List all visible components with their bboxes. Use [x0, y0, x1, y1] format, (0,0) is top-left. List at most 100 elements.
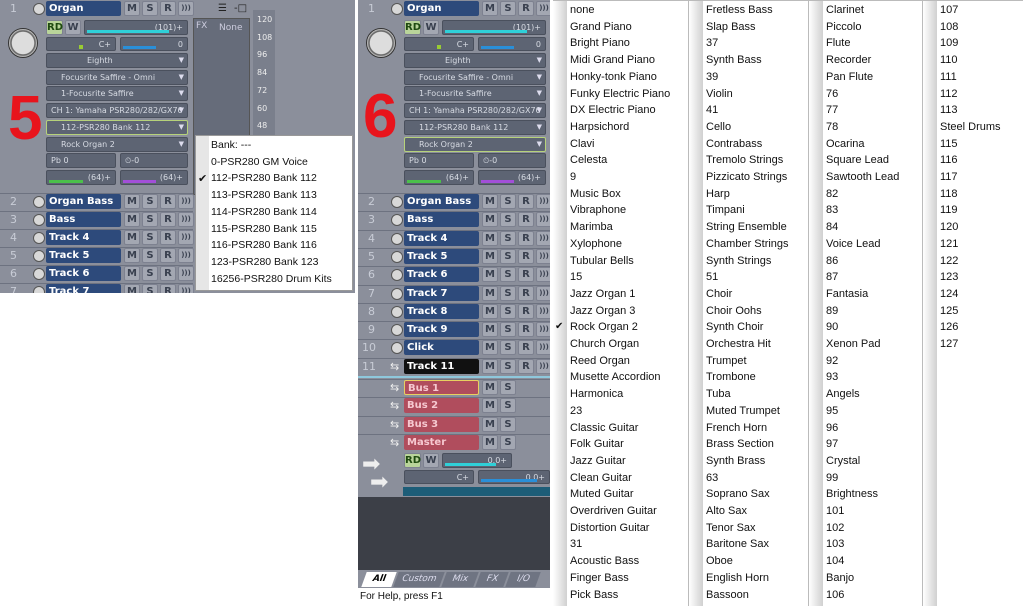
record-button[interactable]: R — [160, 284, 176, 293]
program-item[interactable]: 123 — [940, 271, 958, 283]
program-item[interactable]: Fantasia — [826, 288, 868, 300]
input-echo-button[interactable]: ))) — [536, 248, 550, 264]
bank-dropdown[interactable]: 112-PSR280 Bank 112 ▼ — [404, 120, 546, 135]
program-item[interactable]: Church Organ — [570, 338, 639, 350]
program-item[interactable]: Oboe — [706, 555, 733, 567]
reverb-slider[interactable]: (64)+ — [478, 170, 546, 185]
input-echo-button[interactable]: ))) — [178, 230, 194, 245]
output-dropdown[interactable]: 1-Focusrite Saffire ▼ — [404, 86, 546, 101]
record-button[interactable]: R — [160, 266, 176, 281]
program-item[interactable]: 23 — [570, 405, 582, 417]
program-item[interactable]: Xylophone — [570, 238, 622, 250]
track-name[interactable]: Track 5 — [404, 248, 479, 264]
track-name[interactable]: Track 4 — [46, 230, 121, 245]
solo-button[interactable]: S — [500, 434, 516, 450]
program-dropdown[interactable]: Rock Organ 2 ▼ — [404, 137, 546, 152]
read-automation-button[interactable]: RD — [404, 20, 421, 35]
record-button[interactable]: R — [518, 267, 534, 283]
program-item[interactable]: Sawtooth Lead — [826, 171, 899, 183]
program-item[interactable]: 115 — [940, 138, 958, 150]
record-button[interactable]: R — [160, 1, 176, 16]
program-item[interactable]: Flute — [826, 37, 850, 49]
pitch-bend-field[interactable]: Pb 0 — [404, 153, 474, 168]
program-item[interactable]: Violin — [706, 88, 733, 100]
solo-button[interactable]: S — [500, 416, 516, 432]
mute-button[interactable]: M — [124, 194, 140, 209]
solo-button[interactable]: S — [142, 230, 158, 245]
program-item[interactable]: Rock Organ 2 — [570, 321, 638, 333]
program-item[interactable]: 110 — [940, 54, 958, 66]
program-item[interactable]: 83 — [826, 204, 838, 216]
input-echo-button[interactable]: ))) — [536, 285, 550, 301]
program-item[interactable]: 104 — [826, 555, 844, 567]
track-name[interactable]: Track 7 — [46, 284, 121, 293]
program-item[interactable]: Tremolo Strings — [706, 154, 783, 166]
program-item[interactable]: Piccolo — [826, 21, 861, 33]
program-item[interactable]: Fretless Bass — [706, 4, 773, 16]
volume-slider[interactable]: (101)+ — [442, 20, 546, 35]
track-name[interactable]: Bus 1 — [404, 380, 479, 395]
program-item[interactable]: 108 — [940, 21, 958, 33]
mute-button[interactable]: M — [482, 303, 498, 319]
program-item[interactable]: Synth Choir — [706, 321, 763, 333]
program-item[interactable]: 89 — [826, 305, 838, 317]
key-offset-field[interactable]: ⏲-0 — [478, 153, 546, 168]
program-item[interactable]: 118 — [940, 188, 958, 200]
program-item[interactable]: Funky Electric Piano — [570, 88, 670, 100]
input-echo-button[interactable]: ))) — [178, 1, 194, 16]
track-name[interactable]: Track 4 — [404, 230, 479, 246]
pan-slider[interactable]: C+ — [46, 37, 116, 51]
program-item[interactable]: 116 — [940, 154, 958, 166]
program-item[interactable]: Tubular Bells — [570, 255, 634, 267]
program-item[interactable]: Pick Bass — [570, 589, 618, 601]
master-read-button[interactable]: RD — [404, 453, 421, 468]
tab-all[interactable]: All — [361, 572, 397, 587]
program-item[interactable]: 125 — [940, 305, 958, 317]
mute-button[interactable]: M — [482, 380, 498, 395]
mute-button[interactable]: M — [482, 230, 498, 246]
mute-button[interactable]: M — [482, 248, 498, 264]
track-name[interactable]: Track 11 — [404, 358, 479, 374]
solo-button[interactable]: S — [500, 230, 516, 246]
program-item[interactable]: Contrabass — [706, 138, 762, 150]
program-item[interactable]: 126 — [940, 321, 958, 333]
program-item[interactable]: 102 — [826, 522, 844, 534]
input-echo-button[interactable]: ))) — [536, 230, 550, 246]
solo-button[interactable]: S — [142, 284, 158, 293]
program-item[interactable]: Finger Bass — [570, 572, 629, 584]
program-item[interactable]: Slap Bass — [706, 21, 756, 33]
key-offset-field[interactable]: ⏲-0 — [120, 153, 188, 168]
mute-button[interactable]: M — [482, 340, 498, 356]
bank-menu-item[interactable]: 0-PSR280 GM Voice — [211, 156, 308, 168]
solo-button[interactable]: S — [500, 212, 516, 228]
input-echo-button[interactable]: ))) — [536, 212, 550, 228]
program-item[interactable]: Overdriven Guitar — [570, 505, 657, 517]
program-item[interactable]: Square Lead — [826, 154, 889, 166]
mute-button[interactable]: M — [124, 1, 140, 16]
record-button[interactable]: R — [518, 285, 534, 301]
record-button[interactable]: R — [160, 230, 176, 245]
solo-button[interactable]: S — [500, 303, 516, 319]
solo-button[interactable]: S — [142, 248, 158, 263]
pan-slider[interactable]: C+ — [404, 37, 474, 51]
solo-button[interactable]: S — [500, 358, 516, 374]
solo-button[interactable]: S — [500, 285, 516, 301]
input-echo-button[interactable]: ))) — [178, 284, 194, 293]
program-item[interactable]: 109 — [940, 37, 958, 49]
program-item[interactable]: 82 — [826, 188, 838, 200]
solo-button[interactable]: S — [500, 248, 516, 264]
track-name[interactable]: Organ Bass — [404, 194, 479, 209]
solo-button[interactable]: S — [500, 267, 516, 283]
program-item[interactable]: Marimba — [570, 221, 613, 233]
program-item[interactable]: Celesta — [570, 154, 607, 166]
program-item[interactable]: Synth Brass — [706, 455, 765, 467]
record-button[interactable]: R — [518, 212, 534, 228]
program-item[interactable]: 112 — [940, 88, 958, 100]
solo-button[interactable]: S — [142, 212, 158, 227]
program-item[interactable]: Jazz Organ 3 — [570, 305, 635, 317]
program-item[interactable]: 37 — [706, 37, 718, 49]
program-item[interactable]: Jazz Guitar — [570, 455, 626, 467]
program-item[interactable]: Choir Oohs — [706, 305, 762, 317]
record-button[interactable]: R — [518, 1, 534, 16]
track-name[interactable]: Master — [404, 434, 479, 450]
